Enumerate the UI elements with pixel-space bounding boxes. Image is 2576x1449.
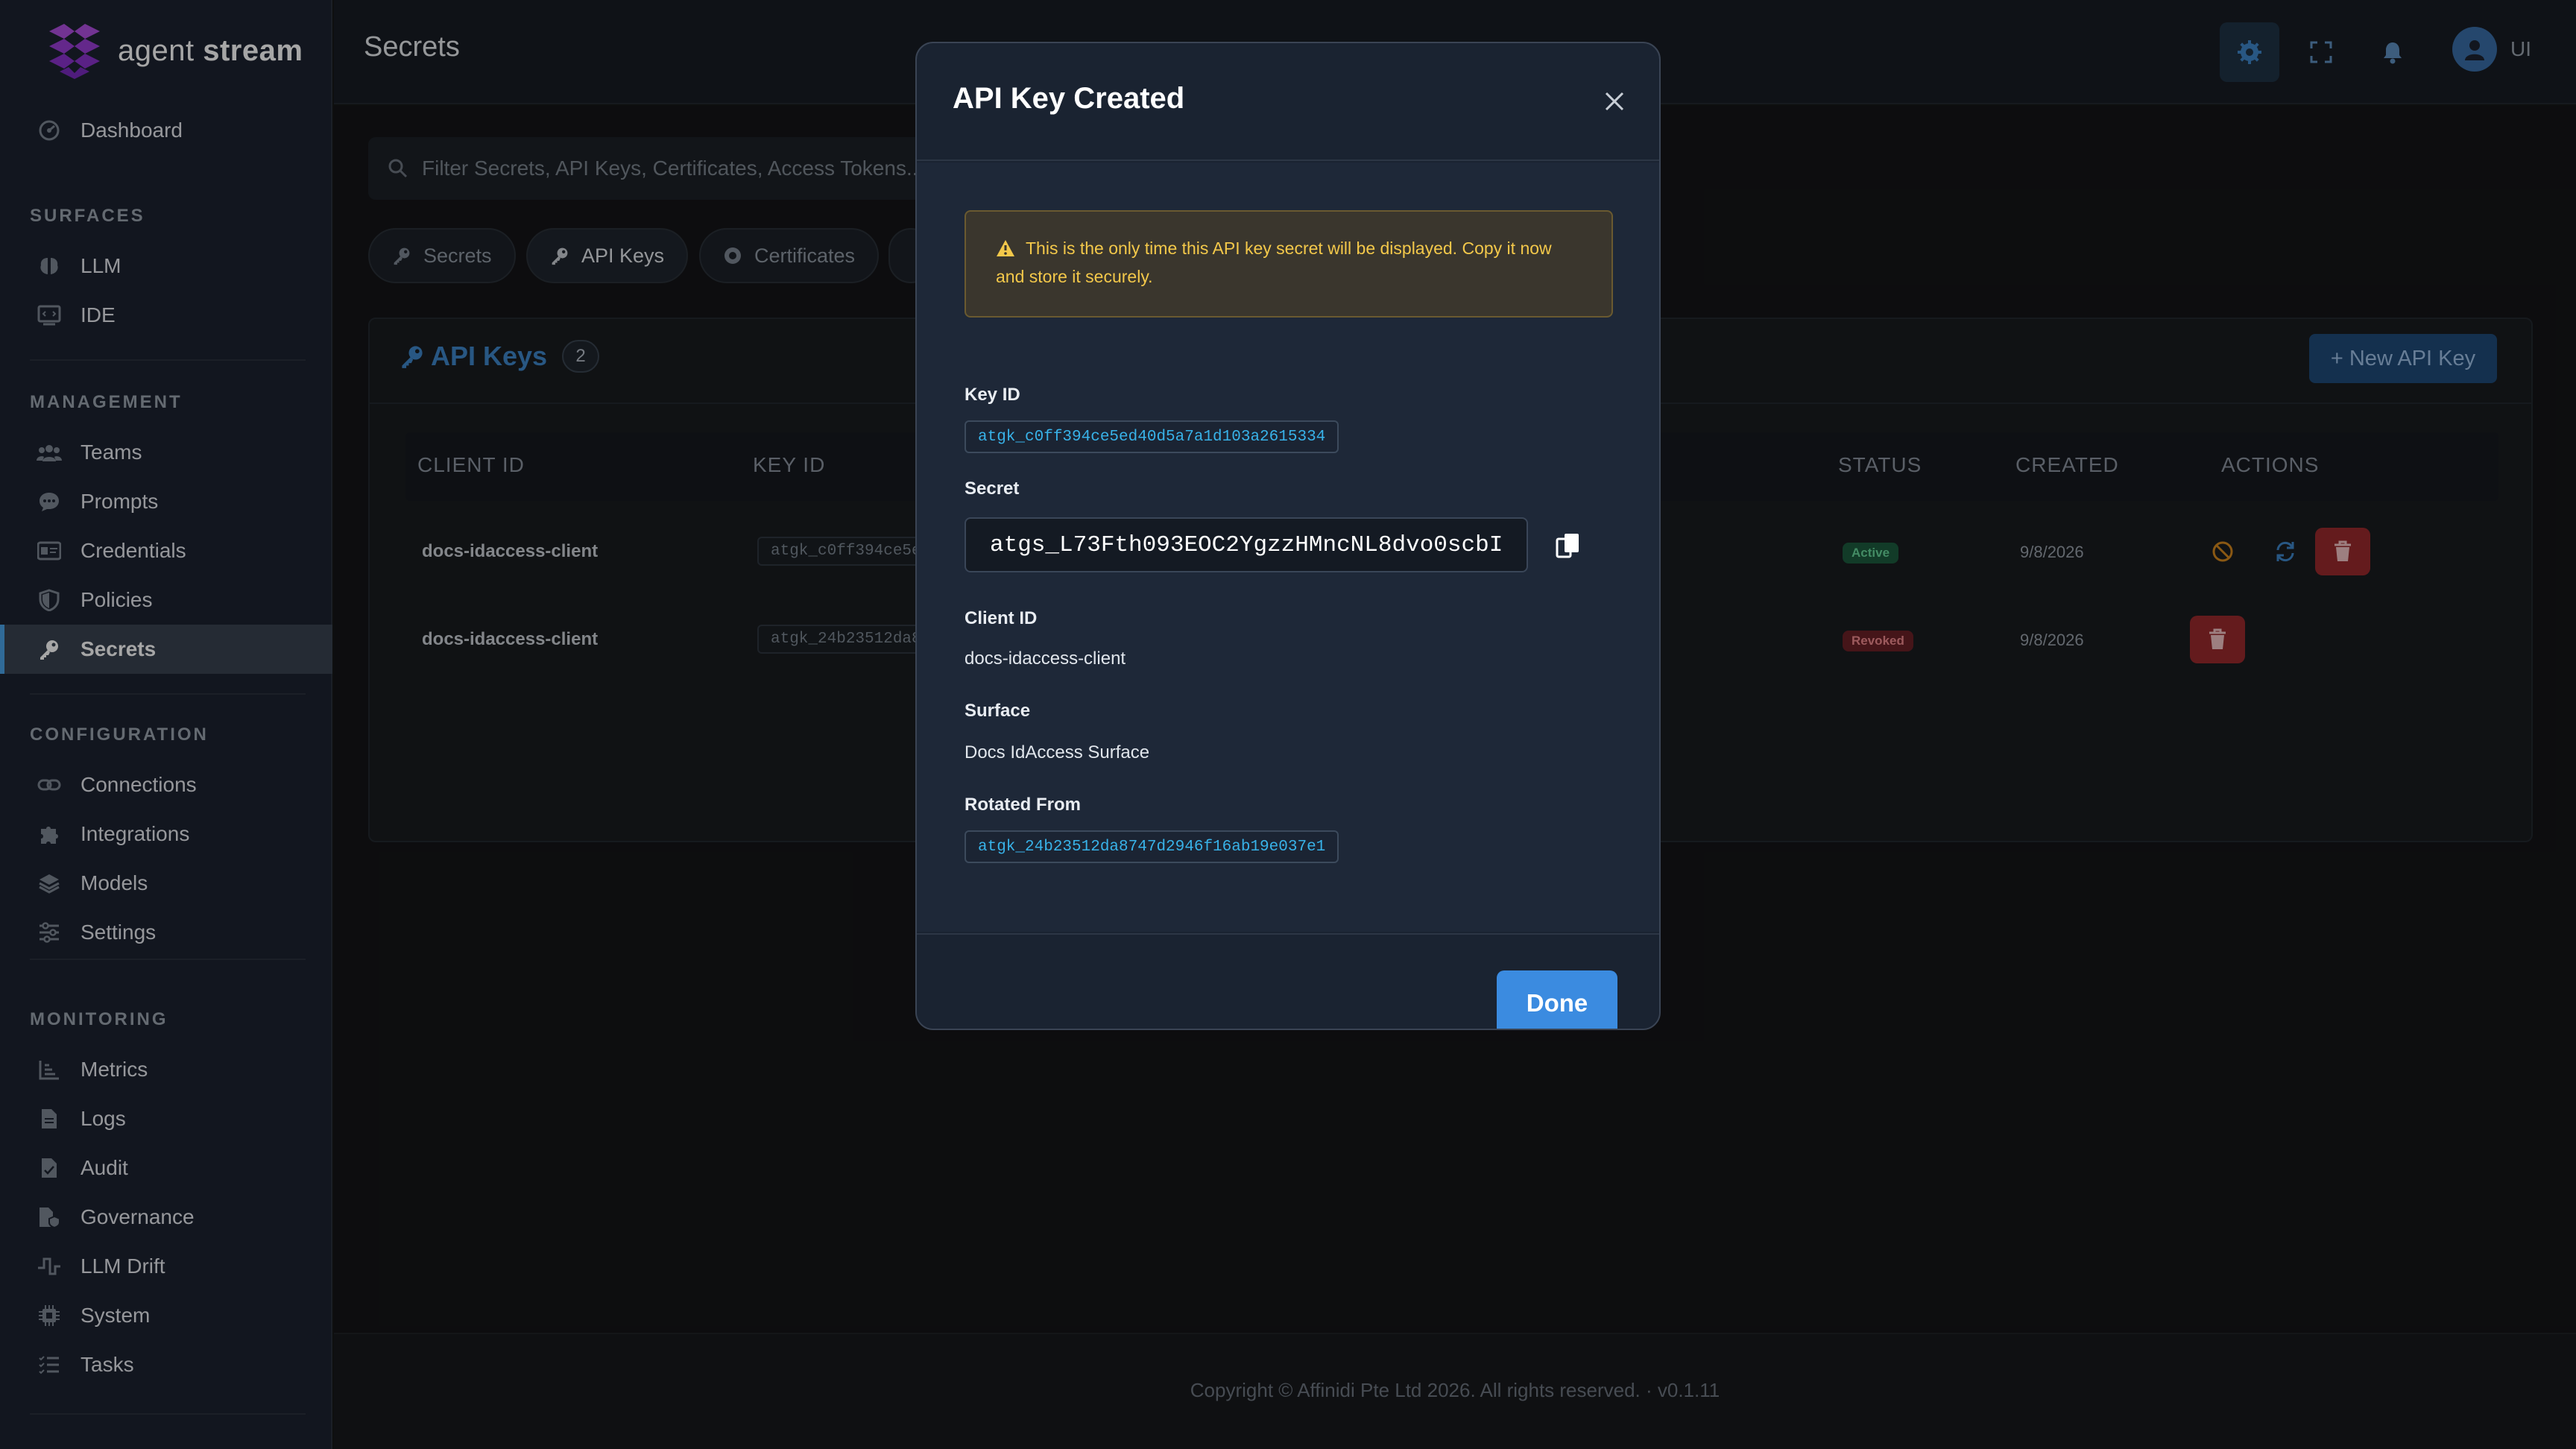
close-icon <box>1605 92 1624 111</box>
modal-header: API Key Created <box>917 43 1659 161</box>
done-button[interactable]: Done <box>1497 970 1617 1029</box>
secret-field[interactable] <box>965 517 1528 572</box>
copy-icon <box>1556 534 1579 558</box>
api-key-created-dialog: API Key Created This is the only time th… <box>915 42 1661 1030</box>
rotated-from-label: Rotated From <box>965 795 1081 815</box>
warning-alert: This is the only time this API key secre… <box>965 210 1613 318</box>
warning-text: This is the only time this API key secre… <box>996 239 1552 286</box>
warning-icon <box>997 240 1014 256</box>
key-id-value[interactable]: atgk_c0ff394ce5ed40d5a7a1d103a2615334 <box>965 420 1339 453</box>
client-id-value: docs-idaccess-client <box>965 648 1126 669</box>
modal-footer: Done <box>917 933 1659 1029</box>
client-id-label: Client ID <box>965 608 1038 628</box>
close-button[interactable] <box>1600 86 1629 116</box>
copy-secret-button[interactable] <box>1549 526 1588 565</box>
modal-body: This is the only time this API key secre… <box>917 162 1659 932</box>
modal-title: API Key Created <box>953 82 1185 115</box>
rotated-from-value[interactable]: atgk_24b23512da8747d2946f16ab19e037e1 <box>965 830 1339 863</box>
key-id-label: Key ID <box>965 385 1020 405</box>
secret-label: Secret <box>965 479 1020 499</box>
surface-value: Docs IdAccess Surface <box>965 742 1150 763</box>
surface-label: Surface <box>965 701 1031 721</box>
